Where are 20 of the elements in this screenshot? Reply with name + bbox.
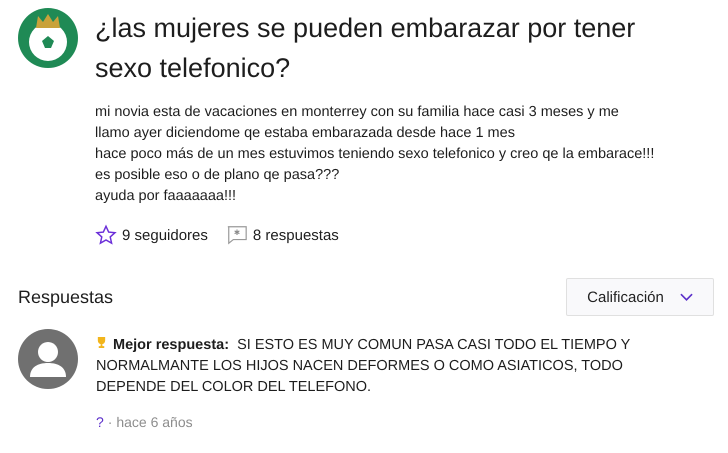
answers-heading: Respuestas: [18, 286, 114, 308]
question-text: hace poco más de un mes estuvimos teniendo sexo telefonico y creo qe la embarace!!!: [95, 145, 655, 164]
comment-star-icon: [226, 224, 248, 246]
question-text: es posible eso o de plano qe pasa???: [95, 166, 340, 185]
followers-count: 9 seguidores: [122, 226, 208, 244]
star-icon: [95, 224, 117, 246]
user-avatar: [18, 329, 78, 389]
sort-dropdown[interactable]: Calificación: [566, 278, 714, 316]
answer-text: Mejor respuesta: SI ESTO ES MUY COMUN PASA CASI TODO EL TIEMPO Y NORMALMANTE LOS HIJOS NACEN DEFORMES O COMO ASIATICOS, TODO DEPENDE DEL COLOR DEL TELEFONO.: [96, 335, 632, 397]
team-crest-avatar: [18, 8, 78, 68]
answers-count: 8 respuestas: [252, 226, 339, 244]
question-text: ayuda por faaaaaaa!!!: [95, 187, 238, 206]
chevron-down-icon: [680, 293, 693, 301]
follow-link[interactable]: 9 seguidores: [95, 224, 208, 246]
answers-link[interactable]: 8 respuestas: [226, 224, 339, 246]
answer-time: · hace 6 años: [108, 414, 193, 430]
author-link[interactable]: ?: [96, 414, 104, 430]
best-answer-label: Mejor respuesta:: [113, 337, 230, 353]
trophy-icon: [96, 336, 107, 349]
question-title: ¿las mujeres se pueden embarazar por tener sexo telefonico?: [95, 12, 636, 85]
